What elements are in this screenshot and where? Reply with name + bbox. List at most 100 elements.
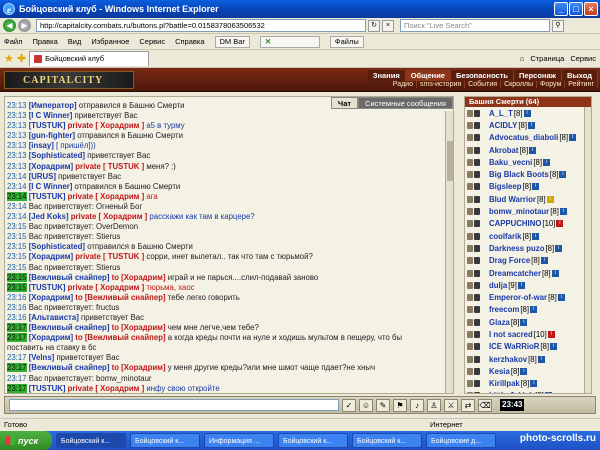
user-list-item[interactable]: I not sacred [10] i bbox=[465, 328, 591, 340]
user-info-icon[interactable]: i bbox=[556, 220, 564, 228]
message-nick[interactable]: [Sophisticated] bbox=[29, 151, 85, 160]
user-name[interactable]: Dreamcatcher bbox=[489, 269, 541, 278]
speaker-icon[interactable]: ♪ bbox=[410, 398, 424, 412]
user-info-icon[interactable]: i bbox=[544, 392, 552, 393]
send-icon[interactable]: ✓ bbox=[342, 398, 356, 412]
nav-knowledge[interactable]: Знания bbox=[367, 70, 406, 81]
message-nick[interactable]: [Альтависта] bbox=[29, 313, 79, 322]
user-list-item[interactable]: Emperor-of-war [8] i bbox=[465, 291, 591, 303]
message-time[interactable]: 23:17 bbox=[7, 353, 27, 362]
message-time[interactable]: 23:15 bbox=[7, 222, 27, 231]
private-message-icon[interactable] bbox=[467, 146, 473, 154]
user-list-item[interactable]: Advocatus_diaboli [8] i bbox=[465, 132, 591, 144]
menu-view[interactable]: Вид bbox=[68, 37, 82, 46]
search-input[interactable]: Поиск "Live Search" bbox=[400, 19, 550, 32]
user-list-item[interactable]: Dreamcatcher [8] i bbox=[465, 267, 591, 279]
subnav-radio[interactable]: Радио bbox=[390, 81, 417, 88]
user-list-item[interactable]: Darkness puzo [8] i bbox=[465, 242, 591, 254]
nav-exit[interactable]: Выход bbox=[561, 70, 598, 81]
taskbar-item[interactable]: Бойцовский к... bbox=[352, 433, 422, 448]
user-list-item[interactable]: freecom [8] i bbox=[465, 304, 591, 316]
favorites-star-icon[interactable]: ★ bbox=[4, 52, 14, 65]
user-list-item[interactable]: ACIDLY [8] i bbox=[465, 119, 591, 131]
message-time[interactable]: 23:17 bbox=[7, 363, 27, 373]
private-message-icon[interactable] bbox=[467, 171, 473, 179]
menu-tools[interactable]: Сервис bbox=[139, 37, 165, 46]
user-list-item[interactable]: Akrobat [8] i bbox=[465, 144, 591, 156]
menu-edit[interactable]: Правка bbox=[32, 37, 57, 46]
user-info-icon[interactable]: i bbox=[529, 146, 537, 154]
private-message-icon[interactable] bbox=[467, 232, 473, 240]
person-icon[interactable]: ♙ bbox=[427, 398, 441, 412]
user-list-item[interactable]: ICE WaRRioR [8] i bbox=[465, 341, 591, 353]
message-nick[interactable]: [Velns] bbox=[29, 353, 55, 362]
menu-help[interactable]: Справка bbox=[175, 37, 204, 46]
user-list-item[interactable]: kerzhakov [8] i bbox=[465, 353, 591, 365]
nav-security[interactable]: Безопасность bbox=[450, 70, 515, 81]
user-info-icon[interactable]: i bbox=[520, 318, 528, 326]
user-list-item[interactable]: coolfarik [8] i bbox=[465, 230, 591, 242]
message-time[interactable]: 23:13 bbox=[7, 111, 27, 120]
message-nick[interactable]: [I C Winner] bbox=[29, 182, 73, 191]
user-name[interactable]: ICE WaRRioR bbox=[489, 342, 539, 351]
message-nick[interactable]: [URUS] bbox=[29, 172, 56, 181]
message-nick[interactable]: [Вежливый снайпер] bbox=[29, 273, 110, 282]
message-recipient[interactable]: to [Хорадрим] bbox=[112, 323, 166, 332]
files-button[interactable]: Файлы bbox=[329, 35, 364, 48]
user-info-icon[interactable]: i bbox=[551, 269, 559, 277]
message-nick[interactable]: [Хорадрим] bbox=[29, 333, 73, 342]
message-recipient[interactable]: private [ Хорадрим ] bbox=[68, 384, 145, 393]
message-nick[interactable]: [TUSTUK] bbox=[29, 283, 66, 292]
user-list-item[interactable]: Bigsleep [8] i bbox=[465, 181, 591, 193]
private-message-icon[interactable] bbox=[467, 330, 473, 338]
message-nick[interactable]: [Хорадрим] bbox=[29, 252, 73, 261]
message-time[interactable]: 23:15 bbox=[7, 272, 27, 282]
url-input[interactable]: http://capitalcity.combats.ru/buttons.pl… bbox=[36, 19, 366, 32]
user-name[interactable]: ACIDLY bbox=[489, 121, 517, 130]
message-time[interactable]: 23:13 bbox=[7, 141, 27, 150]
private-message-icon[interactable] bbox=[467, 294, 473, 302]
user-info-icon[interactable]: i bbox=[530, 306, 538, 314]
message-time[interactable]: 23:13 bbox=[7, 131, 27, 140]
add-favorite-icon[interactable]: ✚ bbox=[17, 52, 26, 65]
private-message-icon[interactable] bbox=[467, 134, 473, 142]
private-message-icon[interactable] bbox=[467, 158, 473, 166]
page-menu[interactable]: Страница bbox=[530, 54, 564, 63]
user-info-icon[interactable]: i bbox=[530, 380, 538, 388]
message-recipient[interactable]: private [ TUSTUK ] bbox=[75, 162, 144, 171]
message-time[interactable]: 23:15 bbox=[7, 282, 27, 292]
private-message-icon[interactable] bbox=[467, 195, 473, 203]
user-name[interactable]: kerzhakov bbox=[489, 355, 527, 364]
subnav-forum[interactable]: Форум bbox=[537, 81, 566, 88]
message-nick[interactable]: [gun-fighter] bbox=[29, 131, 75, 140]
user-list-item[interactable]: Blud Warrior [8] i bbox=[465, 193, 591, 205]
user-info-icon[interactable]: i bbox=[532, 232, 540, 240]
tab-chat[interactable]: Чат bbox=[330, 97, 359, 109]
taskbar-item[interactable]: Бойцовский к... bbox=[130, 433, 200, 448]
chat-input[interactable] bbox=[9, 399, 339, 411]
message-recipient[interactable]: private [ Хорадрим ] bbox=[68, 283, 145, 292]
message-recipient[interactable]: private [ Хорадрим ] bbox=[68, 192, 145, 201]
user-info-icon[interactable]: i bbox=[527, 121, 535, 129]
user-name[interactable]: Kesia bbox=[489, 367, 510, 376]
message-recipient[interactable]: to [Вежливый снайпер] bbox=[75, 293, 165, 302]
user-info-icon[interactable]: i bbox=[569, 134, 576, 142]
message-nick[interactable]: [Вежливый снайпер] bbox=[29, 323, 110, 332]
message-nick[interactable]: [TUSTUK] bbox=[29, 384, 66, 393]
message-time[interactable]: 23:15 bbox=[7, 232, 27, 241]
message-nick[interactable]: [Император] bbox=[29, 101, 77, 110]
message-nick[interactable]: [Jed Koks] bbox=[29, 212, 69, 221]
message-time[interactable]: 23:15 bbox=[7, 242, 27, 251]
user-name[interactable]: Baku_vecni bbox=[489, 158, 532, 167]
close-button[interactable]: × bbox=[584, 2, 598, 16]
user-name[interactable]: Kirillpak bbox=[489, 379, 520, 388]
message-time[interactable]: 23:17 bbox=[7, 323, 27, 333]
user-list-item[interactable]: Kirillpak [8] i bbox=[465, 378, 591, 390]
user-info-icon[interactable]: i bbox=[547, 330, 555, 338]
subnav-scrolls[interactable]: Скроллы bbox=[501, 81, 538, 88]
user-list-item[interactable]: Baku_vecni [8] i bbox=[465, 156, 591, 168]
message-time[interactable]: 23:14 bbox=[7, 182, 27, 191]
user-list-item[interactable]: Glaza [8] i bbox=[465, 316, 591, 328]
stop-icon[interactable]: × bbox=[382, 19, 394, 32]
private-message-icon[interactable] bbox=[467, 392, 473, 393]
